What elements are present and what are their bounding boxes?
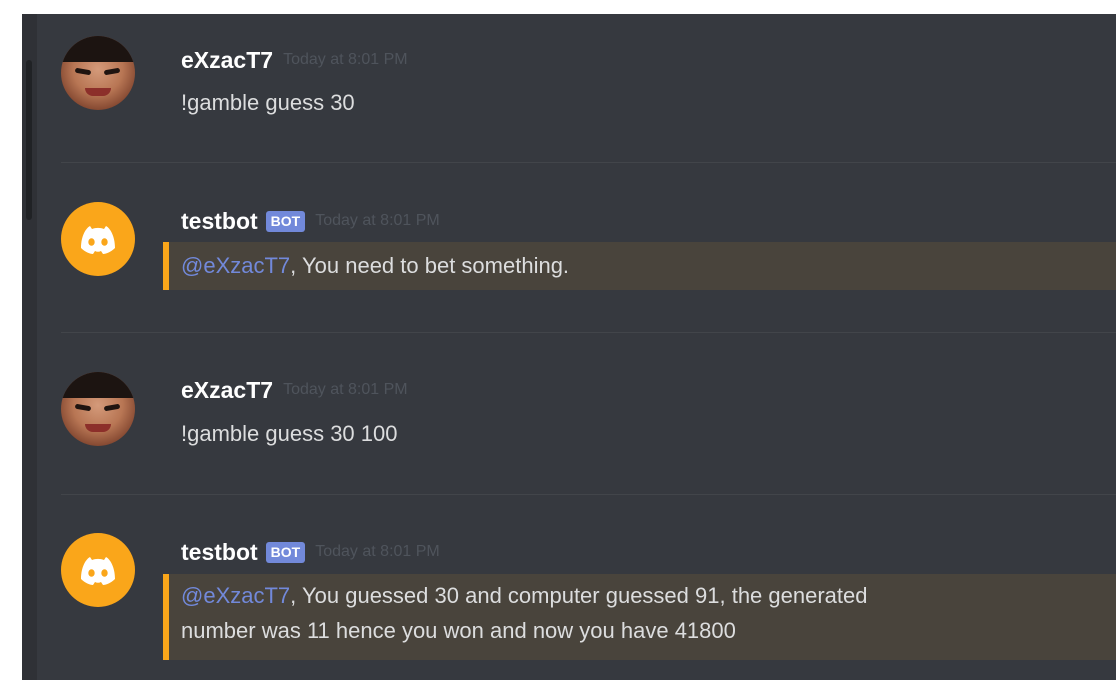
avatar-mouth bbox=[85, 88, 111, 96]
timestamp: Today at 8:01 PM bbox=[315, 212, 440, 229]
discord-logo-icon bbox=[81, 557, 115, 585]
username[interactable]: testbot bbox=[181, 539, 258, 566]
message-divider bbox=[61, 332, 1116, 333]
user-mention[interactable]: @eXzacT7 bbox=[181, 253, 290, 278]
mention-highlight: @eXzacT7, You need to bet something. bbox=[163, 242, 1116, 290]
chat-message: eXzacT7 Today at 8:01 PM !gamble guess 3… bbox=[37, 334, 1116, 494]
message-header: eXzacT7 Today at 8:01 PM bbox=[181, 46, 408, 74]
message-header: testbot BOT Today at 8:01 PM bbox=[181, 538, 440, 566]
avatar-mouth bbox=[85, 424, 111, 432]
message-text: !gamble guess 30 bbox=[181, 90, 355, 115]
username[interactable]: eXzacT7 bbox=[181, 47, 273, 74]
bot-badge: BOT bbox=[265, 541, 306, 563]
user-avatar[interactable] bbox=[61, 372, 135, 446]
message-text: @eXzacT7, You guessed 30 and computer gu… bbox=[181, 581, 868, 611]
mention-highlight: @eXzacT7, You guessed 30 and computer gu… bbox=[163, 574, 1116, 660]
message-header: testbot BOT Today at 8:01 PM bbox=[181, 207, 440, 235]
message-text: @eXzacT7, You need to bet something. bbox=[181, 251, 569, 281]
bot-badge: BOT bbox=[265, 210, 306, 232]
avatar-eye bbox=[74, 67, 92, 76]
avatar-hair bbox=[61, 36, 135, 62]
message-body: , You need to bet something. bbox=[290, 253, 570, 278]
message-body: , You guessed 30 and computer guessed 91… bbox=[290, 583, 868, 608]
chat-message: testbot BOT Today at 8:01 PM @eXzacT7, Y… bbox=[37, 164, 1116, 334]
message-header: eXzacT7 Today at 8:01 PM bbox=[181, 376, 408, 404]
scrollbar-thumb[interactable] bbox=[26, 60, 32, 220]
user-avatar[interactable] bbox=[61, 36, 135, 110]
user-mention[interactable]: @eXzacT7 bbox=[181, 583, 290, 608]
discord-bot-avatar[interactable] bbox=[61, 202, 135, 276]
message-divider bbox=[61, 162, 1116, 163]
message-divider bbox=[61, 494, 1116, 495]
timestamp: Today at 8:01 PM bbox=[283, 381, 408, 398]
username[interactable]: eXzacT7 bbox=[181, 377, 273, 404]
timestamp: Today at 8:01 PM bbox=[283, 51, 408, 68]
avatar-eye bbox=[103, 403, 121, 412]
chat-message: eXzacT7 Today at 8:01 PM !gamble guess 3… bbox=[37, 14, 1116, 164]
avatar-eye bbox=[103, 67, 121, 76]
message-text: !gamble guess 30 100 bbox=[181, 421, 398, 446]
chat-message: testbot BOT Today at 8:01 PM @eXzacT7, Y… bbox=[37, 496, 1116, 680]
discord-logo-icon bbox=[81, 226, 115, 254]
timestamp: Today at 8:01 PM bbox=[315, 543, 440, 560]
avatar-hair bbox=[61, 372, 135, 398]
screenshot-frame: eXzacT7 Today at 8:01 PM !gamble guess 3… bbox=[0, 0, 1116, 680]
message-text-line2: number was 11 hence you won and now you … bbox=[181, 618, 736, 643]
avatar-eye bbox=[74, 403, 92, 412]
username[interactable]: testbot bbox=[181, 208, 258, 235]
chat-message-list: eXzacT7 Today at 8:01 PM !gamble guess 3… bbox=[37, 14, 1116, 680]
discord-bot-avatar[interactable] bbox=[61, 533, 135, 607]
